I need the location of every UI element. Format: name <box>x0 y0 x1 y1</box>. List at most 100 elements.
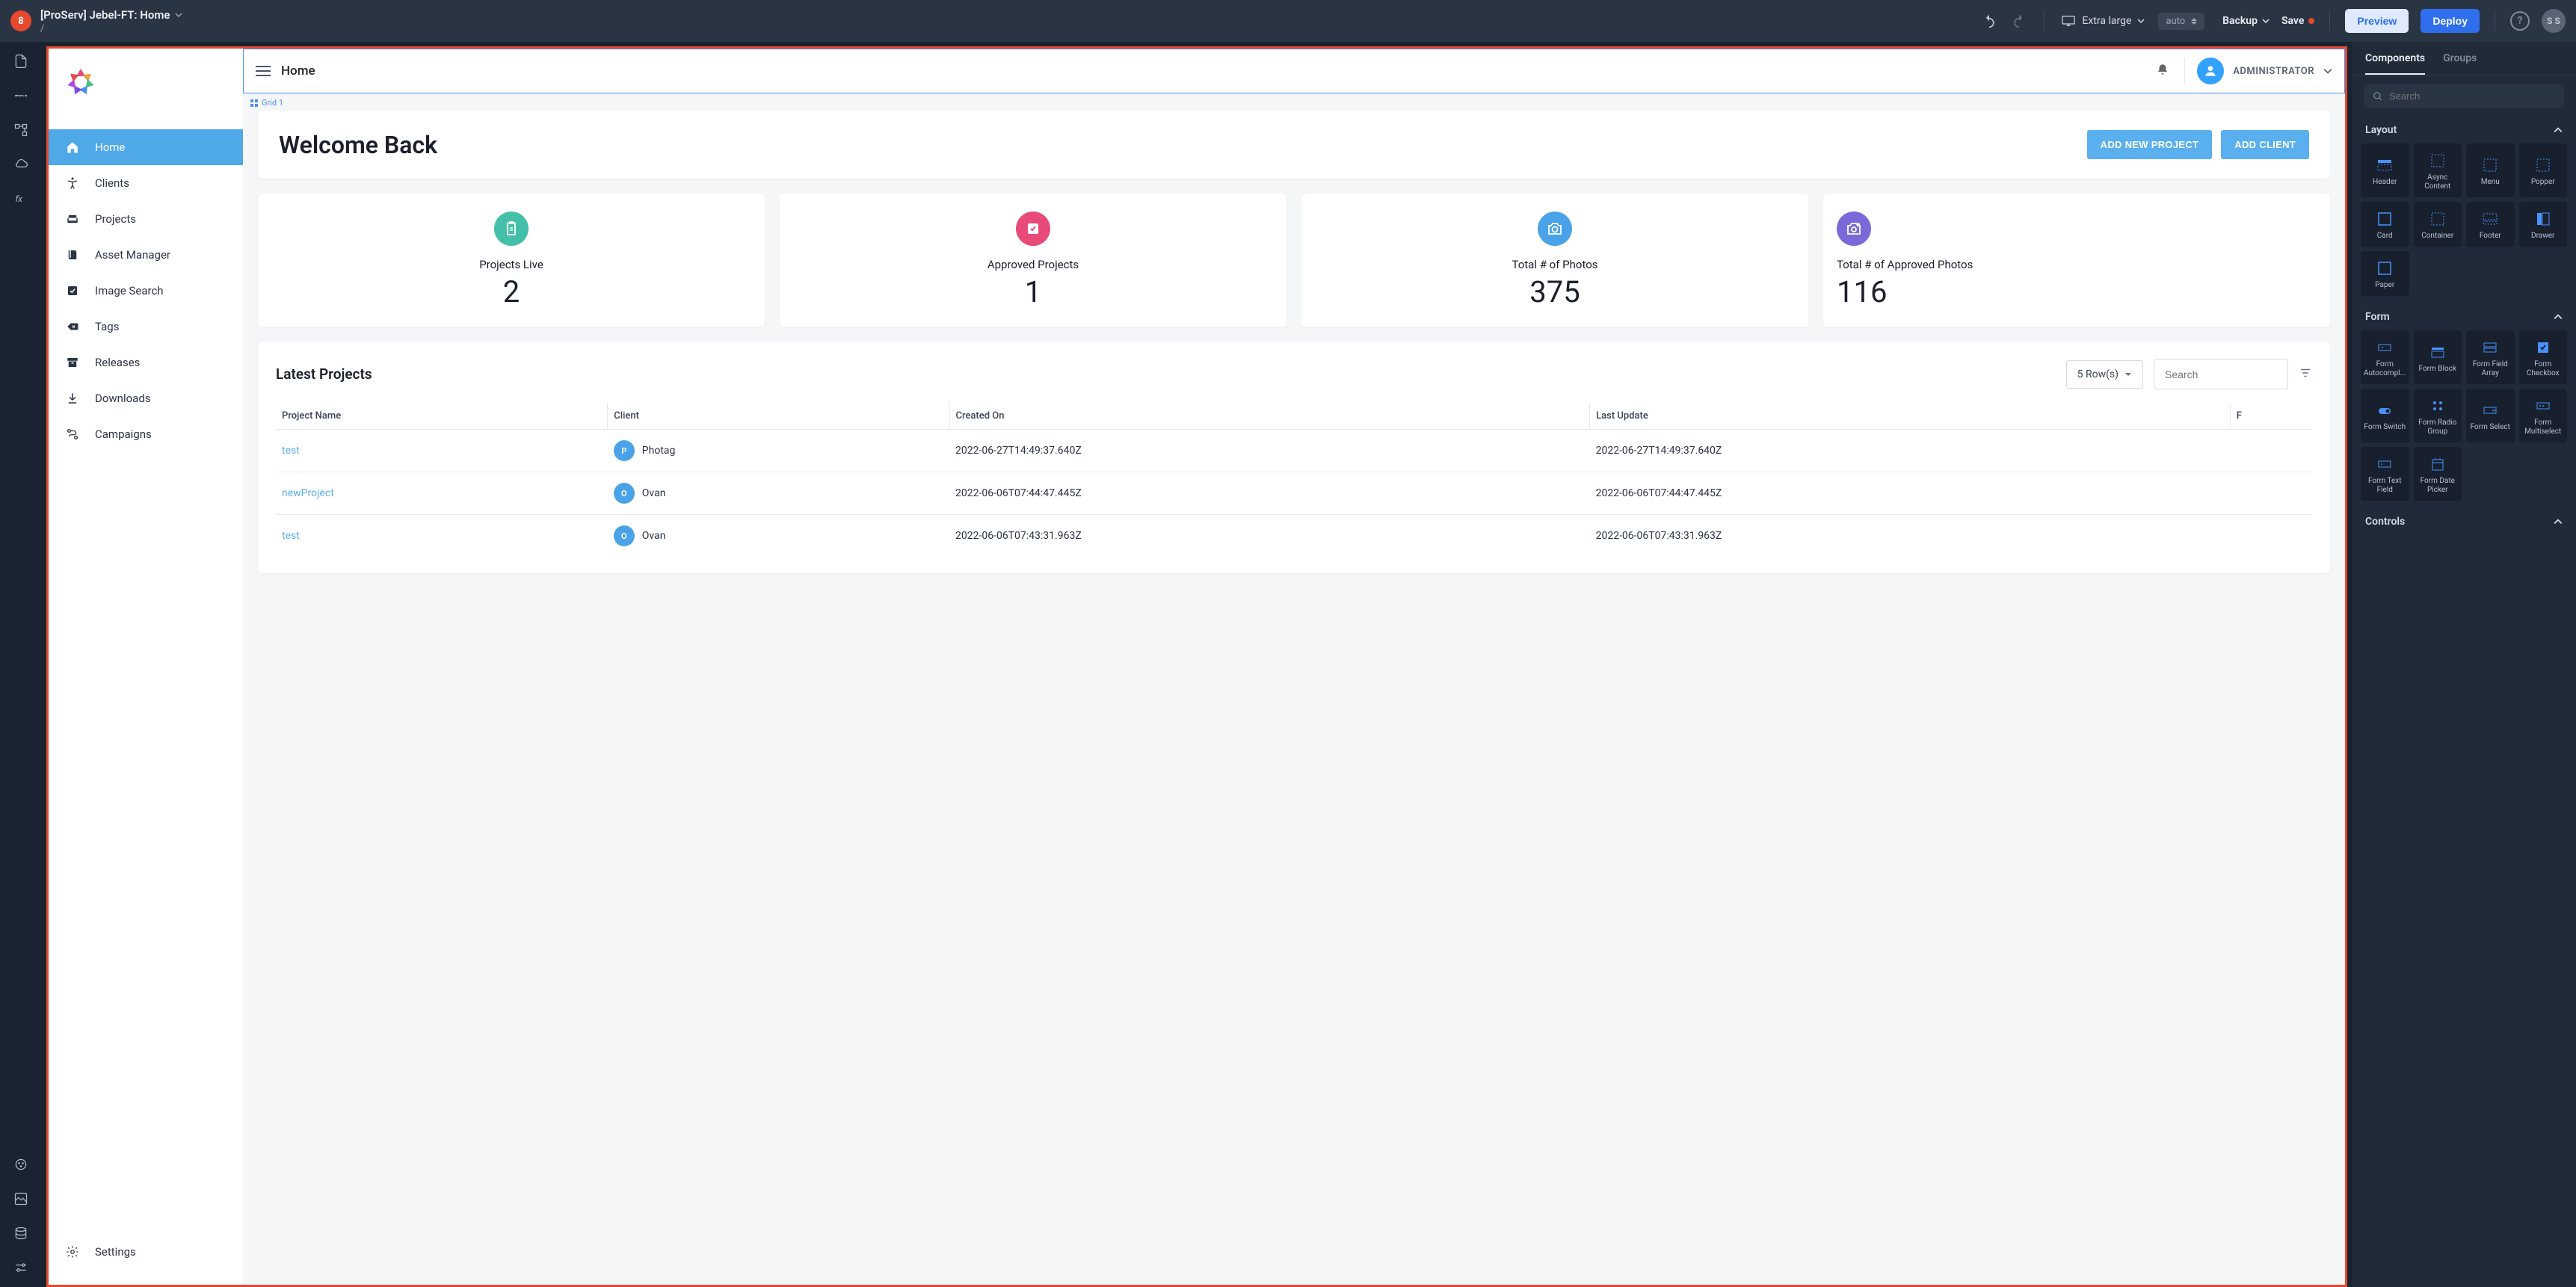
column-header[interactable]: F <box>2230 403 2312 430</box>
preview-button[interactable]: Preview <box>2345 9 2409 33</box>
updated-on: 2022-06-06T07:44:47.445Z <box>1590 472 2231 515</box>
add-client-button[interactable]: ADD CLIENT <box>2221 130 2309 159</box>
theme-icon[interactable] <box>12 1155 30 1173</box>
tree-icon[interactable] <box>12 121 30 139</box>
settings-icon[interactable] <box>12 1259 30 1277</box>
component-label: Menu <box>2481 178 2500 187</box>
sidebar-item-releases[interactable]: Releases <box>49 345 243 380</box>
component-glyph-icon <box>2376 456 2393 472</box>
project-link[interactable]: test <box>282 530 300 542</box>
component-form-radio-group[interactable]: Form Radio Group <box>2414 389 2462 442</box>
component-form-field-array[interactable]: Form Field Array <box>2466 330 2515 384</box>
app-header[interactable]: Home ADMINISTRATOR <box>243 49 2345 93</box>
help-icon[interactable]: ? <box>2510 11 2530 31</box>
stat-label: Projects Live <box>271 258 751 271</box>
component-form-text-field[interactable]: Form Text Field <box>2361 447 2409 501</box>
component-form-select[interactable]: Form Select <box>2466 389 2515 442</box>
table-row[interactable]: testOOvan2022-06-06T07:43:31.963Z2022-06… <box>276 515 2312 558</box>
component-glyph-icon <box>2535 339 2551 356</box>
cloud-icon[interactable] <box>12 155 30 173</box>
user-menu[interactable]: ADMINISTRATOR <box>2184 58 2332 84</box>
project-title-block[interactable]: [ProServ] Jebel-FT: Home / <box>40 8 182 34</box>
component-label: Form Select <box>2471 423 2510 432</box>
section-layout[interactable]: Layout <box>2352 117 2576 143</box>
column-header[interactable]: Created On <box>949 403 1590 430</box>
size-stepper[interactable]: auto <box>2158 13 2204 30</box>
component-async-content[interactable]: Async Content <box>2414 143 2462 197</box>
component-form-multiselect[interactable]: Form Multiselect <box>2519 389 2567 442</box>
sidebar-item-tags[interactable]: Tags <box>49 309 243 345</box>
chevron-up-icon <box>2554 517 2563 526</box>
tab-groups[interactable]: Groups <box>2443 52 2477 75</box>
bell-icon[interactable] <box>2156 63 2169 79</box>
project-link[interactable]: test <box>282 445 300 457</box>
user-avatar[interactable]: S S <box>2542 9 2566 33</box>
component-glyph-icon <box>2482 402 2498 419</box>
component-form-date-picker[interactable]: Form Date Picker <box>2414 447 2462 501</box>
home-icon <box>65 140 80 155</box>
viewport-select[interactable]: Extra large <box>2061 15 2145 27</box>
section-controls[interactable]: Controls <box>2352 508 2576 535</box>
backup-menu[interactable]: Backup <box>2222 15 2270 27</box>
save-button[interactable]: Save <box>2281 15 2314 27</box>
pages-icon[interactable] <box>12 52 30 70</box>
component-form-switch[interactable]: Form Switch <box>2361 389 2409 442</box>
monitor-icon <box>2061 15 2076 27</box>
search-input[interactable] <box>2165 368 2277 380</box>
component-search-wrap[interactable] <box>2364 84 2564 108</box>
column-header[interactable]: Client <box>608 403 949 430</box>
deploy-button[interactable]: Deploy <box>2421 9 2480 33</box>
sidebar-item-home[interactable]: Home <box>49 129 243 165</box>
component-label: Paper <box>2375 281 2394 290</box>
component-footer[interactable]: Footer <box>2466 202 2515 247</box>
user-avatar-icon <box>2197 58 2224 84</box>
component-label: Container <box>2421 232 2453 241</box>
component-header[interactable]: Header <box>2361 143 2409 197</box>
data-icon[interactable] <box>12 87 30 105</box>
component-menu[interactable]: Menu <box>2466 143 2515 197</box>
component-drawer[interactable]: Drawer <box>2519 202 2568 247</box>
sidebar-item-asset-manager[interactable]: Asset Manager <box>49 237 243 273</box>
component-popper[interactable]: Popper <box>2519 143 2568 197</box>
sidebar-item-campaigns[interactable]: Campaigns <box>49 416 243 452</box>
add-project-button[interactable]: ADD NEW PROJECT <box>2087 130 2213 159</box>
column-header[interactable]: Project Name <box>276 403 608 430</box>
component-form-block[interactable]: Form Block <box>2414 330 2462 384</box>
component-card[interactable]: Card <box>2361 202 2409 247</box>
component-search-input[interactable] <box>2389 90 2555 102</box>
component-label: Drawer <box>2531 232 2554 241</box>
table-row[interactable]: testPPhotag2022-06-27T14:49:37.640Z2022-… <box>276 430 2312 472</box>
component-paper[interactable]: Paper <box>2361 251 2409 296</box>
grid-label[interactable]: Grid 1 <box>243 95 2345 111</box>
sidebar-item-downloads[interactable]: Downloads <box>49 380 243 416</box>
sidebar-item-image-search[interactable]: Image Search <box>49 273 243 309</box>
filter-icon[interactable] <box>2299 366 2312 383</box>
component-form-checkbox[interactable]: Form Checkbox <box>2519 330 2567 384</box>
db-icon[interactable] <box>12 1224 30 1242</box>
component-form-autocompl-[interactable]: Form Autocompl... <box>2361 330 2409 384</box>
app-logo[interactable]: 8 <box>10 10 31 31</box>
project-link[interactable]: newProject <box>282 487 334 499</box>
component-label: Form Block <box>2419 365 2456 374</box>
column-header[interactable]: Last Update <box>1590 403 2231 430</box>
sidebar-item-clients[interactable]: Clients <box>49 165 243 201</box>
component-glyph-icon <box>2376 211 2393 227</box>
grid-icon <box>250 99 258 107</box>
redo-icon[interactable] <box>2011 13 2027 29</box>
backspace-icon <box>65 319 80 334</box>
component-container[interactable]: Container <box>2414 202 2462 247</box>
tab-components[interactable]: Components <box>2365 52 2425 75</box>
table-row[interactable]: newProjectOOvan2022-06-06T07:44:47.445Z2… <box>276 472 2312 515</box>
undo-icon[interactable] <box>1981 13 1997 29</box>
assets-icon[interactable] <box>12 1190 30 1208</box>
rows-select[interactable]: 5 Row(s) <box>2066 360 2143 389</box>
sidebar-item-projects[interactable]: Projects <box>49 201 243 237</box>
hamburger-icon[interactable] <box>256 66 271 76</box>
sidebar-item-settings[interactable]: Settings <box>49 1234 243 1270</box>
sidebar-item-label: Releases <box>95 356 140 369</box>
component-glyph-icon <box>2482 157 2498 173</box>
functions-icon[interactable]: fx <box>12 190 30 208</box>
search-input-wrap[interactable] <box>2154 359 2288 389</box>
checkbox-icon <box>1016 212 1050 246</box>
section-form[interactable]: Form <box>2352 303 2576 330</box>
